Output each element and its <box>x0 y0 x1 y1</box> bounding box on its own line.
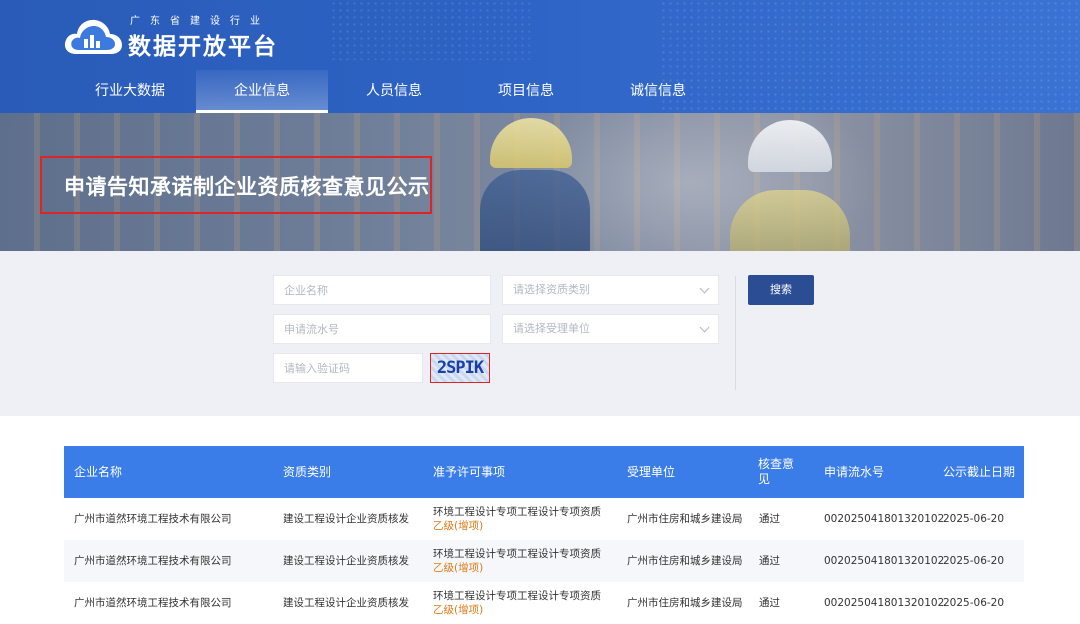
qualification-type-placeholder: 请选择资质类别 <box>513 283 590 296</box>
col-header-item: 准予许可事项 <box>433 464 506 479</box>
captcha-image[interactable]: 2SPIK <box>430 353 490 383</box>
cell-serial: 002025041801320102 <box>824 597 945 609</box>
nav-item-personnel-info[interactable]: 人员信息 <box>328 70 460 113</box>
site-header: 广东省建设行业 数据开放平台 行业大数据 企业信息 人员信息 项目信息 诚信信息 <box>0 0 1080 113</box>
cell-opinion: 通过 <box>759 597 780 609</box>
nav-item-credit-info[interactable]: 诚信信息 <box>592 70 724 113</box>
cell-company[interactable]: 广州市道然环境工程技术有限公司 <box>74 582 279 624</box>
chevron-down-icon <box>699 283 710 294</box>
qualification-type-select[interactable]: 请选择资质类别 <box>502 275 719 305</box>
captcha-field[interactable] <box>273 353 423 383</box>
cell-serial: 002025041801320102 <box>824 513 945 525</box>
acceptance-unit-select[interactable]: 请选择受理单位 <box>502 314 719 344</box>
table-row[interactable]: 广州市道然环境工程技术有限公司 建设工程设计企业资质核发 环境工程设计专项工程设… <box>64 582 1024 624</box>
cell-item: 环境工程设计专项工程设计专项资质 乙级(增项) <box>433 498 613 540</box>
cell-type: 建设工程设计企业资质核发 <box>283 597 409 609</box>
cell-item-text: 环境工程设计专项工程设计专项资质 <box>433 506 601 518</box>
banner-worker-body-blue <box>480 170 590 251</box>
col-header-unit: 受理单位 <box>627 464 676 479</box>
col-header-deadline: 公示截止日期 <box>943 464 1016 479</box>
chevron-down-icon <box>699 322 710 333</box>
cell-deadline: 2025-06-20 <box>943 597 1005 609</box>
cell-unit: 广州市住房和城乡建设局 <box>627 513 743 525</box>
nav-item-industry-data[interactable]: 行业大数据 <box>64 70 196 113</box>
nav-item-project-info[interactable]: 项目信息 <box>460 70 592 113</box>
search-button[interactable]: 搜索 <box>748 275 814 305</box>
company-name-field[interactable] <box>273 275 491 305</box>
cell-opinion: 通过 <box>759 513 780 525</box>
serial-number-field[interactable] <box>273 314 491 344</box>
results-table: 企业名称 资质类别 准予许可事项 受理单位 核查意见 申请流水号 公示截止日期 … <box>64 446 1024 624</box>
logo-title[interactable]: 数据开放平台 <box>128 27 278 61</box>
col-header-type: 资质类别 <box>283 464 332 479</box>
page-title: 申请告知承诺制企业资质核查意见公示 <box>64 175 430 199</box>
cell-item-grade: 乙级(增项) <box>433 562 484 574</box>
banner-worker-body-vest <box>730 190 850 251</box>
col-header-opinion: 核查意见 <box>758 457 795 486</box>
cell-company[interactable]: 广州市道然环境工程技术有限公司 <box>74 498 279 540</box>
cell-type: 建设工程设计企业资质核发 <box>283 555 409 567</box>
cell-serial: 002025041801320102 <box>824 555 945 567</box>
cloud-logo-icon[interactable] <box>62 14 124 58</box>
header-dot-pattern-2 <box>330 0 530 60</box>
logo-subtitle: 广东省建设行业 <box>130 16 270 27</box>
col-header-company: 企业名称 <box>74 464 123 479</box>
col-header-serial: 申请流水号 <box>824 464 885 479</box>
cell-deadline: 2025-06-20 <box>943 555 1005 567</box>
cell-unit: 广州市住房和城乡建设局 <box>627 597 743 609</box>
nav-item-enterprise-info[interactable]: 企业信息 <box>196 70 328 113</box>
cell-opinion: 通过 <box>759 555 780 567</box>
cell-item-text: 环境工程设计专项工程设计专项资质 <box>433 548 601 560</box>
table-row[interactable]: 广州市道然环境工程技术有限公司 建设工程设计企业资质核发 环境工程设计专项工程设… <box>64 498 1024 540</box>
search-divider <box>735 276 736 390</box>
captcha-input[interactable] <box>284 354 422 382</box>
cell-item: 环境工程设计专项工程设计专项资质 乙级(增项) <box>433 540 613 582</box>
table-row[interactable]: 广州市道然环境工程技术有限公司 建设工程设计企业资质核发 环境工程设计专项工程设… <box>64 540 1024 582</box>
main-nav: 行业大数据 企业信息 人员信息 项目信息 诚信信息 <box>64 70 724 113</box>
table-header: 企业名称 资质类别 准予许可事项 受理单位 核查意见 申请流水号 公示截止日期 <box>64 446 1024 498</box>
cell-deadline: 2025-06-20 <box>943 513 1005 525</box>
cell-type: 建设工程设计企业资质核发 <box>283 513 409 525</box>
cell-item-grade: 乙级(增项) <box>433 604 484 616</box>
cell-item: 环境工程设计专项工程设计专项资质 乙级(增项) <box>433 582 613 624</box>
serial-number-input[interactable] <box>284 315 490 343</box>
cell-company[interactable]: 广州市道然环境工程技术有限公司 <box>74 540 279 582</box>
cell-item-text: 环境工程设计专项工程设计专项资质 <box>433 590 601 602</box>
acceptance-unit-placeholder: 请选择受理单位 <box>513 322 590 335</box>
cell-item-grade: 乙级(增项) <box>433 520 484 532</box>
cell-unit: 广州市住房和城乡建设局 <box>627 555 743 567</box>
company-name-input[interactable] <box>284 276 490 304</box>
